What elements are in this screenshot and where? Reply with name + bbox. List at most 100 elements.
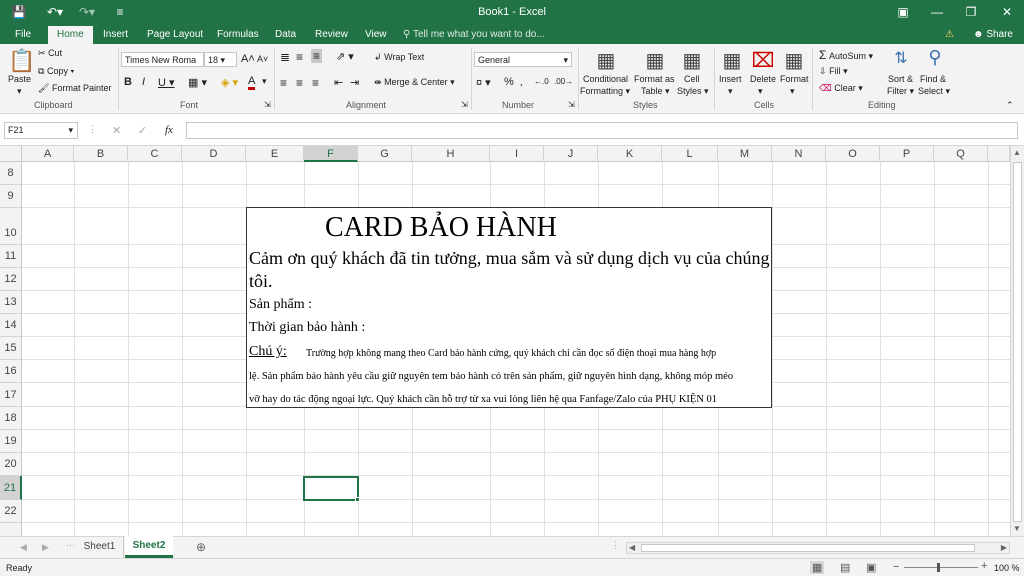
row-header[interactable]: [0, 523, 22, 536]
tab-insert[interactable]: Insert: [96, 26, 135, 44]
format-as-table-icon[interactable]: ▦: [643, 48, 667, 73]
cell-styles-button[interactable]: Cell: [684, 74, 700, 84]
scroll-up-icon[interactable]: ▲: [1013, 148, 1021, 157]
column-header[interactable]: P: [880, 146, 934, 162]
formula-input[interactable]: [186, 122, 1018, 139]
clear-button[interactable]: ⌫ Clear ▾: [819, 83, 863, 94]
column-header[interactable]: K: [598, 146, 662, 162]
tab-formulas[interactable]: Formulas: [210, 26, 266, 44]
paste-button[interactable]: Paste: [8, 74, 31, 84]
column-header[interactable]: Q: [934, 146, 988, 162]
row-header[interactable]: 12: [0, 268, 22, 291]
fill-handle[interactable]: [355, 497, 360, 502]
cell-styles-icon[interactable]: ▦: [680, 48, 704, 73]
align-bottom-icon[interactable]: ≡: [311, 49, 323, 63]
align-left-icon[interactable]: ≡: [280, 76, 287, 90]
enter-icon[interactable]: ✓: [138, 124, 147, 137]
format-cells-button[interactable]: Format: [780, 74, 809, 84]
format-as-table-button[interactable]: Format as: [634, 74, 675, 84]
vertical-scroll-thumb[interactable]: [1013, 162, 1022, 522]
align-middle-icon[interactable]: ≡: [296, 50, 303, 64]
column-header[interactable]: O: [826, 146, 880, 162]
bold-icon[interactable]: B: [124, 76, 132, 88]
selected-cell[interactable]: [303, 476, 359, 501]
vertical-scrollbar[interactable]: ▲ ▼: [1010, 146, 1024, 536]
worksheet-grid[interactable]: A B C D E F G H I J K L M N O P Q 8 9 10…: [0, 146, 1010, 536]
column-header[interactable]: D: [182, 146, 246, 162]
decrease-indent-icon[interactable]: ⇤: [334, 76, 343, 89]
warning-icon[interactable]: ⚠: [938, 26, 961, 44]
cut-button[interactable]: ✂ Cut: [38, 48, 62, 59]
horizontal-scrollbar[interactable]: ◀ ▶: [626, 542, 1010, 554]
name-box[interactable]: F21 ▾: [4, 122, 78, 139]
insert-dropdown-icon[interactable]: ▾: [728, 86, 733, 97]
row-header-selected[interactable]: 21: [0, 476, 22, 500]
column-header[interactable]: H: [412, 146, 490, 162]
sheet-tab-sheet2[interactable]: Sheet2: [125, 536, 173, 558]
column-header[interactable]: J: [544, 146, 598, 162]
number-format-select[interactable]: General ▾: [474, 52, 572, 67]
column-header[interactable]: [988, 146, 1010, 162]
row-header[interactable]: 17: [0, 383, 22, 407]
column-header[interactable]: L: [662, 146, 718, 162]
align-top-icon[interactable]: ≣: [280, 50, 290, 64]
row-header[interactable]: 16: [0, 360, 22, 383]
italic-icon[interactable]: I: [142, 76, 145, 88]
row-header[interactable]: 19: [0, 430, 22, 453]
conditional-formatting-button[interactable]: Conditional: [583, 74, 628, 84]
minimize-icon[interactable]: —: [926, 2, 948, 22]
zoom-level[interactable]: 100 %: [994, 563, 1020, 573]
share-button[interactable]: ☻ Share: [966, 26, 1020, 44]
normal-view-icon[interactable]: ▦: [810, 561, 825, 574]
tab-review[interactable]: Review: [308, 26, 355, 44]
scroll-right-icon[interactable]: ▶: [1001, 543, 1007, 552]
ribbon-display-icon[interactable]: ▣: [892, 2, 914, 22]
font-color-dropdown-icon[interactable]: ▾: [262, 76, 267, 87]
decrease-decimal-icon[interactable]: .00→: [554, 77, 573, 86]
delete-cells-button[interactable]: Delete: [750, 74, 776, 84]
comma-style-icon[interactable]: ‚: [520, 76, 522, 88]
row-header[interactable]: 13: [0, 291, 22, 314]
row-header[interactable]: 8: [0, 162, 22, 185]
zoom-out-icon[interactable]: −: [893, 561, 899, 573]
format-painter-button[interactable]: 🖌 Format Painter: [38, 83, 111, 94]
split-handle-icon[interactable]: ⋮: [611, 540, 620, 551]
tab-page-layout[interactable]: Page Layout: [140, 26, 210, 44]
row-header[interactable]: 14: [0, 314, 22, 337]
find-select-button[interactable]: Find &: [920, 74, 946, 84]
cancel-icon[interactable]: ✕: [112, 124, 121, 137]
tab-home[interactable]: Home: [48, 26, 93, 44]
zoom-slider[interactable]: [904, 567, 978, 568]
insert-function-icon[interactable]: fx: [165, 124, 173, 136]
autosum-button[interactable]: Σ AutoSum ▾: [819, 48, 873, 62]
increase-decimal-icon[interactable]: ←.0: [534, 77, 549, 86]
alignment-launcher-icon[interactable]: ⇲: [461, 100, 468, 109]
wrap-text-button[interactable]: ↲ Wrap Text: [374, 52, 424, 63]
row-header[interactable]: 10: [0, 208, 22, 245]
scroll-sheets-right-icon[interactable]: ▶: [42, 542, 49, 553]
align-right-icon[interactable]: ≡: [312, 76, 319, 90]
row-header[interactable]: 9: [0, 185, 22, 208]
select-all-corner[interactable]: [0, 146, 22, 162]
column-header[interactable]: B: [74, 146, 128, 162]
page-break-view-icon[interactable]: ▣: [866, 561, 876, 574]
number-launcher-icon[interactable]: ⇲: [568, 100, 575, 109]
column-header[interactable]: I: [490, 146, 544, 162]
scroll-down-icon[interactable]: ▼: [1013, 524, 1021, 533]
collapse-ribbon-icon[interactable]: ⌃: [1006, 100, 1014, 111]
scroll-left-icon[interactable]: ◀: [629, 543, 635, 552]
row-header[interactable]: 11: [0, 245, 22, 268]
row-header[interactable]: 22: [0, 500, 22, 523]
column-header[interactable]: E: [246, 146, 304, 162]
font-name-select[interactable]: Times New Roma: [121, 52, 204, 67]
column-header[interactable]: N: [772, 146, 826, 162]
percent-icon[interactable]: %: [504, 76, 514, 88]
paste-dropdown-icon[interactable]: ▾: [17, 86, 22, 97]
sort-filter-icon[interactable]: ⇅: [888, 48, 914, 68]
delete-dropdown-icon[interactable]: ▾: [758, 86, 763, 97]
column-header[interactable]: G: [358, 146, 412, 162]
column-header-selected[interactable]: F: [304, 146, 358, 162]
format-dropdown-icon[interactable]: ▾: [790, 86, 795, 97]
copy-button[interactable]: ⧉ Copy ▾: [38, 66, 74, 77]
font-color-icon[interactable]: A: [248, 76, 256, 90]
